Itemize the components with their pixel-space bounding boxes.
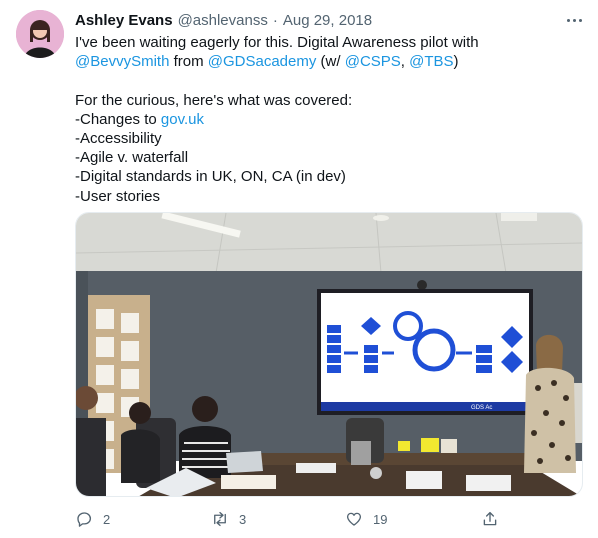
tweet[interactable]: Ashley Evans @ashlevanss · Aug 29, 2018 … <box>0 0 598 538</box>
text-line: @BevvySmith from @GDSacademy (w/ @CSPS, … <box>75 52 575 71</box>
mention-gdsacademy[interactable]: @GDSacademy <box>208 53 317 70</box>
text-line: -Digital standards in UK, ON, CA (in dev… <box>75 167 575 186</box>
retweet-count: 3 <box>239 511 247 527</box>
text-line: I've been waiting eagerly for this. Digi… <box>75 33 575 52</box>
display-name[interactable]: Ashley Evans <box>75 12 173 29</box>
avatar-image <box>16 10 64 58</box>
text-segment: -Accessibility <box>75 129 162 147</box>
tweet-header: Ashley Evans @ashlevanss · Aug 29, 2018 <box>75 10 372 30</box>
text-segment: -User stories <box>75 187 161 205</box>
separator-dot: · <box>272 11 278 29</box>
meeting-room-photo: GDS Ac <box>76 213 582 496</box>
share-button[interactable] <box>481 505 499 533</box>
text-line: -Agile v. waterfall <box>75 148 575 167</box>
tweet-date[interactable]: Aug 29, 2018 <box>283 12 372 29</box>
text-segment: , <box>400 53 410 71</box>
govuk-link[interactable]: gov.uk <box>161 111 204 128</box>
text-line: For the curious, here's what was covered… <box>75 91 575 110</box>
text-line: -User stories <box>75 187 575 206</box>
text-segment: ) <box>453 53 459 71</box>
reply-icon <box>77 512 92 527</box>
user-handle[interactable]: @ashlevanss <box>178 12 268 29</box>
avatar[interactable] <box>16 10 64 58</box>
text-line: -Accessibility <box>75 129 575 148</box>
text-segment: from <box>169 53 208 71</box>
text-segment: -Agile v. waterfall <box>75 149 189 167</box>
like-button[interactable]: 19 <box>345 505 387 533</box>
text-segment: For the curious, here's what was covered… <box>75 91 353 109</box>
screen-footer-label: GDS Ac <box>471 405 492 411</box>
text-line: -Changes to gov.uk <box>75 110 575 129</box>
like-count: 19 <box>373 511 388 527</box>
text-segment: I've been waiting eagerly for this. Digi… <box>75 34 479 51</box>
reply-button[interactable]: 2 <box>75 505 110 533</box>
reply-count: 2 <box>103 511 111 527</box>
retweet-button[interactable]: 3 <box>211 505 246 533</box>
tweet-actions: 2 3 19 <box>75 505 505 533</box>
mention-bevvysmith[interactable]: @BevvySmith <box>75 53 169 70</box>
mention-csps[interactable]: @CSPS <box>345 53 401 70</box>
tweet-photo[interactable]: GDS Ac <box>75 212 583 497</box>
text-segment: -Digital standards in UK, ON, CA (in dev… <box>75 168 346 186</box>
mention-tbs[interactable]: @TBS <box>409 53 453 70</box>
more-options-icon[interactable] <box>562 11 586 29</box>
share-icon <box>483 511 497 526</box>
text-segment: -Changes to <box>75 110 161 128</box>
heart-icon <box>346 512 362 526</box>
retweet-icon <box>214 511 226 527</box>
tweet-text: I've been waiting eagerly for this. Digi… <box>75 33 575 206</box>
text-segment: (w/ <box>316 53 345 71</box>
